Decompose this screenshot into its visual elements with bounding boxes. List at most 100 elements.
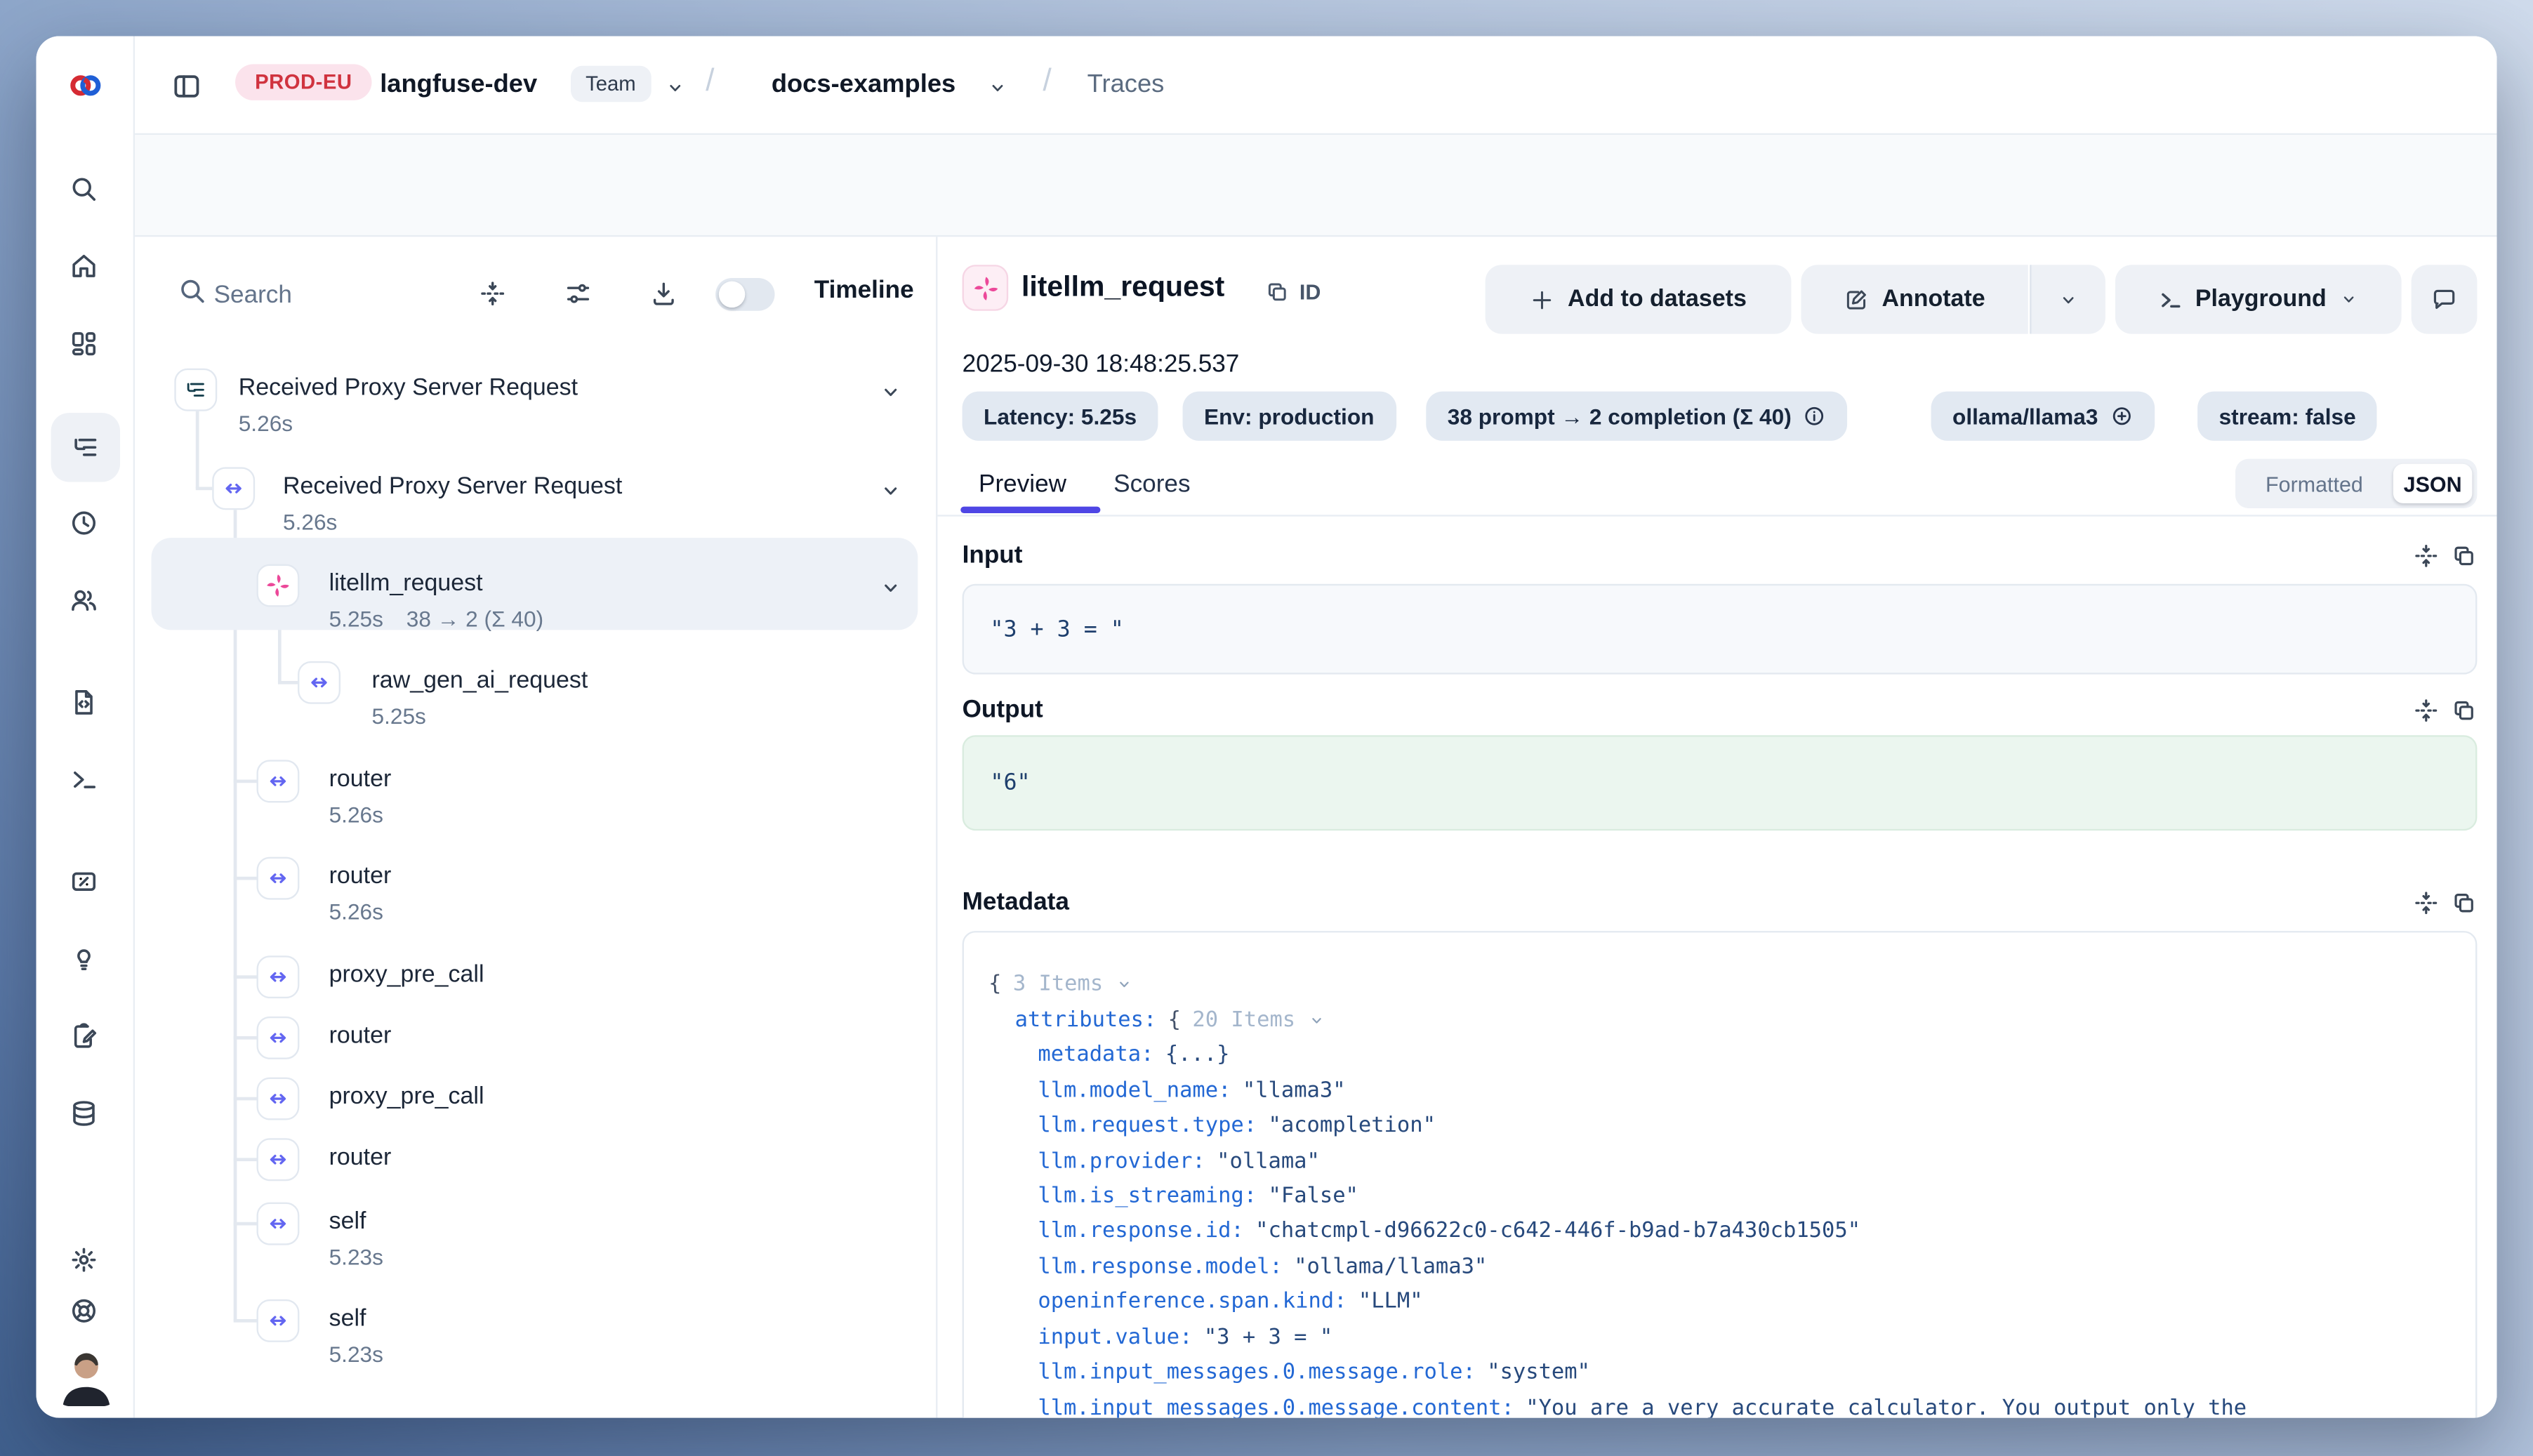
tab-scores[interactable]: Scores — [1113, 470, 1190, 498]
timeline-toggle[interactable] — [715, 278, 774, 311]
playground-label: Playground — [2195, 286, 2327, 312]
app-window: PROD-EU langfuse-dev Team / docs-example… — [37, 37, 2497, 1418]
input-section-label: Input — [963, 541, 1023, 569]
sidebar-toggle-panel-icon[interactable] — [171, 71, 203, 102]
copy-section-icon[interactable] — [2451, 890, 2477, 916]
format-option-formatted[interactable]: Formatted — [2235, 471, 2393, 496]
breadcrumb-org[interactable]: langfuse-dev — [380, 71, 537, 100]
json-line: metadata:{...} — [1038, 1038, 1229, 1073]
info-icon[interactable] — [1803, 404, 1826, 428]
home-icon[interactable] — [69, 251, 98, 281]
node-label: self — [329, 1306, 366, 1332]
annotate-button[interactable]: Annotate — [1801, 265, 2028, 333]
format-option-json-selected[interactable]: JSON — [2393, 464, 2472, 503]
timestamp: 2025-09-30 18:48:25.537 — [963, 350, 1240, 378]
json-items-count[interactable]: 3 Items — [1013, 972, 1103, 997]
span-arrows-icon — [267, 1148, 290, 1171]
tree-connector — [234, 877, 257, 880]
trace-header-bar: Trace Received Proxy Server Request: b30… — [135, 135, 2496, 237]
search-icon[interactable] — [69, 174, 98, 204]
json-line: attributes: { 20 Items — [1015, 1002, 1325, 1038]
download-icon[interactable] — [649, 279, 677, 307]
toggle-knob — [719, 282, 745, 307]
span-node-icon-chip — [298, 661, 340, 704]
breadcrumb-section[interactable]: Traces — [1087, 71, 1165, 100]
generation-icon-chip — [963, 265, 1009, 311]
support-lifebuoy-icon[interactable] — [69, 1296, 98, 1325]
chevron-down-icon[interactable] — [878, 479, 903, 503]
node-duration: 5.26s — [239, 411, 293, 436]
prompts-file-code-icon[interactable] — [69, 687, 98, 717]
playground-button[interactable]: Playground — [2115, 265, 2402, 333]
evaluation-percent-icon[interactable] — [69, 867, 98, 896]
playground-terminal-icon[interactable] — [69, 765, 98, 794]
environment-badge: Env: production — [1183, 392, 1396, 441]
span-arrows-icon — [222, 477, 245, 500]
chevron-down-icon — [2058, 289, 2079, 310]
span-node-icon-chip — [256, 1078, 299, 1120]
chevron-down-icon[interactable] — [878, 380, 903, 404]
span-node-icon-chip — [212, 467, 255, 510]
fold-section-icon[interactable] — [2413, 890, 2439, 916]
format-toggle: Formatted JSON — [2235, 459, 2477, 508]
span-arrows-icon — [267, 1026, 290, 1050]
latency-badge: Latency: 5.25s — [963, 392, 1158, 441]
chevron-down-icon — [2339, 289, 2359, 309]
node-duration: 5.26s — [329, 900, 383, 925]
terminal-icon — [2157, 287, 2182, 312]
node-duration: 5.25s — [371, 704, 425, 729]
json-items-count[interactable]: 20 Items — [1192, 1008, 1295, 1033]
sessions-clock-icon[interactable] — [69, 508, 98, 538]
project-chevron-down-icon[interactable] — [987, 77, 1008, 98]
user-avatar[interactable] — [53, 1339, 120, 1406]
tree-connector — [234, 1222, 257, 1225]
output-section-label: Output — [963, 696, 1043, 724]
add-to-datasets-button[interactable]: Add to datasets — [1486, 265, 1792, 333]
users-icon[interactable] — [69, 585, 98, 615]
org-chevron-down-icon[interactable] — [665, 77, 686, 98]
tree-settings-sliders-icon[interactable] — [564, 279, 593, 307]
message-bubble-icon — [2431, 286, 2457, 312]
node-label: litellm_request — [329, 571, 483, 597]
pen-square-icon — [1844, 287, 1869, 312]
tree-search-input[interactable] — [214, 273, 444, 316]
chevron-down-icon[interactable] — [1115, 976, 1133, 994]
chevron-down-icon[interactable] — [1307, 1011, 1325, 1029]
plus-circle-icon[interactable] — [2110, 404, 2133, 428]
annotate-dropdown-button[interactable] — [2030, 265, 2105, 333]
json-line: llm.input_messages.0.message.role:"syste… — [1038, 1356, 1590, 1391]
json-line: openinference.span.kind:"LLM" — [1038, 1285, 1422, 1320]
tracing-tree-icon — [71, 432, 100, 462]
tab-preview[interactable]: Preview — [979, 470, 1066, 498]
json-line: input.value:"3 + 3 = " — [1038, 1320, 1332, 1355]
plus-icon — [1530, 287, 1554, 312]
sidebar-item-tracing-active[interactable] — [51, 413, 120, 482]
fold-section-icon[interactable] — [2413, 697, 2439, 723]
org-logo-knot-icon[interactable] — [67, 67, 104, 104]
fold-section-icon[interactable] — [2413, 543, 2439, 569]
output-value: "6" — [990, 769, 1030, 795]
tree-connector — [234, 510, 237, 1321]
chevron-down-icon[interactable] — [878, 576, 903, 600]
copy-section-icon[interactable] — [2451, 543, 2477, 569]
dashboards-icon[interactable] — [69, 329, 98, 359]
span-node-icon-chip — [256, 1138, 299, 1181]
input-value: "3 + 3 = " — [990, 616, 1123, 642]
breadcrumb-slash: / — [706, 64, 714, 100]
annotation-clipboard-icon[interactable] — [69, 1021, 98, 1051]
top-bar: PROD-EU langfuse-dev Team / docs-example… — [135, 37, 2496, 135]
json-collapsed-object[interactable]: {...} — [1165, 1043, 1230, 1068]
node-label: proxy_pre_call — [329, 962, 484, 988]
datasets-database-icon[interactable] — [69, 1099, 98, 1128]
copy-section-icon[interactable] — [2451, 697, 2477, 723]
settings-gear-icon[interactable] — [69, 1245, 98, 1275]
collapse-all-fold-icon[interactable] — [479, 279, 507, 307]
insights-lightbulb-icon[interactable] — [69, 944, 98, 974]
copy-id-icon[interactable] — [1265, 279, 1290, 304]
node-duration: 5.25s38 → 2 (Σ 40) — [329, 607, 544, 632]
comments-button[interactable] — [2412, 265, 2478, 333]
breadcrumb-project[interactable]: docs-examples — [772, 71, 955, 100]
span-arrows-icon — [307, 671, 331, 694]
id-label[interactable]: ID — [1299, 279, 1321, 304]
sidebar-rail — [37, 37, 135, 1418]
